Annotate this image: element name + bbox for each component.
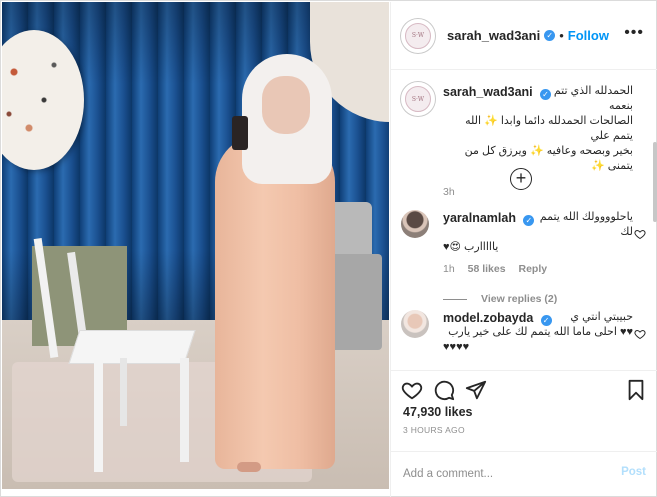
likes-count[interactable]: 47,930 likes <box>403 405 473 419</box>
verified-badge-icon: ✓ <box>539 89 551 100</box>
add-comment-bar: Post <box>391 451 657 497</box>
comment-like-heart-icon[interactable] <box>634 328 646 340</box>
add-comment-input[interactable] <box>403 464 603 484</box>
verified-badge-icon: ✓ <box>523 215 535 226</box>
caption-text-line2: الصالحات الحمدلله دائما وابدا ✨ الله يتم… <box>465 115 633 142</box>
post-header: S·W sarah_wad3ani ✓ • Follow ••• <box>391 2 657 70</box>
header-separator: • <box>559 28 564 43</box>
comment-like-heart-icon[interactable] <box>634 228 646 240</box>
caption-text-line3: بخير وبصحه وعافيه ✨ ويرزق كل من يتمنى ✨ <box>464 145 633 172</box>
comment-avatar[interactable] <box>401 310 429 338</box>
comment-username[interactable]: model.zobayda <box>443 311 533 325</box>
comment-time[interactable]: 1h <box>443 263 455 275</box>
verified-badge-icon: ✓ <box>544 30 556 41</box>
bookmark-icon[interactable] <box>625 379 647 401</box>
comments-list[interactable]: S·W sarah_wad3ani ✓ الحمدلله الذي تتم بن… <box>391 70 657 370</box>
avatar[interactable]: S·W <box>401 18 435 53</box>
comment-item: model.zobayda ✓ حبيبتي انتي ي ♥♥ احلى ما… <box>401 310 646 370</box>
comment-likes[interactable]: 58 likes <box>468 263 506 275</box>
post-actions: 47,930 likes 3 HOURS AGO Post <box>391 370 657 497</box>
heart-icon[interactable] <box>401 379 423 401</box>
caption-username[interactable]: sarah_wad3ani <box>443 85 533 99</box>
header-username[interactable]: sarah_wad3ani <box>447 28 540 43</box>
follow-button[interactable]: Follow <box>568 28 609 43</box>
avatar-logo: S·W <box>405 22 431 49</box>
view-replies-button[interactable]: View replies (2) <box>443 291 633 307</box>
comment-username[interactable]: yaralnamlah <box>443 211 516 225</box>
comment-text-line2: يااااارب 😍♥ <box>443 241 499 253</box>
photo-person <box>207 54 347 474</box>
comment-avatar[interactable] <box>401 210 429 238</box>
post-modal: S·W sarah_wad3ani ✓ • Follow ••• S·W sar… <box>0 0 657 497</box>
comments-scrollbar[interactable] <box>653 142 657 222</box>
more-options-icon[interactable]: ••• <box>624 24 644 42</box>
comment-text-line3: ♥♥♥♥ <box>443 341 470 353</box>
post-sidebar: S·W sarah_wad3ani ✓ • Follow ••• S·W sar… <box>390 2 657 497</box>
paper-plane-icon[interactable] <box>465 379 487 401</box>
reply-button[interactable]: Reply <box>518 263 547 275</box>
caption-avatar[interactable]: S·W <box>401 82 435 116</box>
photo-chair <box>68 330 196 364</box>
posted-time[interactable]: 3 HOURS AGO <box>403 425 465 435</box>
comment-icon[interactable] <box>433 379 455 401</box>
plus-circle-icon[interactable]: + <box>510 168 532 190</box>
photo-phone <box>232 116 248 150</box>
comment-text-line2: ♥♥ احلى ماما الله يتمم لك على خير يارب <box>448 326 633 338</box>
post-comment-button[interactable]: Post <box>621 466 646 478</box>
caption-time[interactable]: 3h <box>443 186 455 198</box>
caption: S·W sarah_wad3ani ✓ الحمدلله الذي تتم بن… <box>401 82 646 198</box>
post-photo[interactable] <box>2 2 389 489</box>
comment-item: yaralnamlah ✓ ياحلوووولك الله يتمم لك يا… <box>401 210 646 305</box>
